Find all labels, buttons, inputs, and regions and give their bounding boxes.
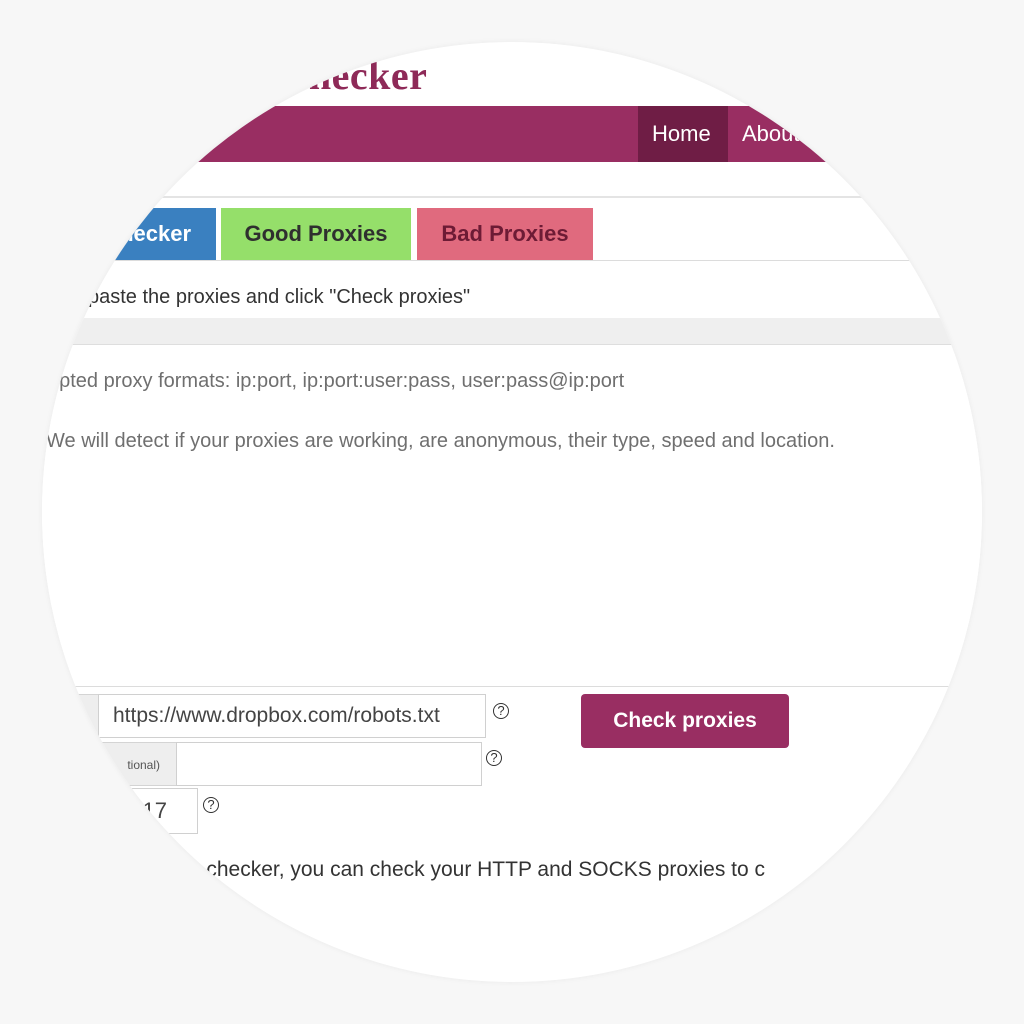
placeholder-detect: We will detect if your proxies are worki…: [46, 430, 835, 452]
threads-input[interactable]: 17: [60, 788, 198, 834]
url-help-icon[interactable]: ?: [493, 703, 509, 719]
page: Proxy Checker Home About Proxy Checker G…: [42, 42, 982, 982]
threads-help-icon[interactable]: ?: [203, 797, 219, 813]
magnifier-circle: Proxy Checker Home About Proxy Checker G…: [42, 42, 982, 982]
optional-input[interactable]: [176, 742, 482, 786]
nav-home-link[interactable]: Home: [638, 106, 728, 162]
tabs-divider: [42, 260, 982, 261]
url-label: [60, 694, 99, 740]
tab-label: Proxy Checker: [42, 221, 192, 246]
optional-field-label: tional): [60, 742, 176, 786]
tab-proxy-checker[interactable]: Proxy Checker: [42, 208, 216, 260]
instructions-text: paste the proxies and click "Check proxi…: [88, 286, 471, 308]
nav-about-link[interactable]: About: [728, 106, 814, 162]
target-url-input[interactable]: https://www.dropbox.com/robots.txt: [98, 694, 486, 738]
divider: [42, 196, 982, 198]
panel-separator: [42, 318, 982, 345]
description-text: y checker, you can check your HTTP and S…: [190, 858, 766, 881]
optional-help-icon[interactable]: ?: [486, 750, 502, 766]
site-title: Proxy Checker: [165, 53, 428, 98]
check-proxies-button[interactable]: Check proxies: [581, 694, 789, 748]
proxy-list-textarea[interactable]: ccepted proxy formats: ip:port, ip:port:…: [42, 352, 982, 687]
tab-bad-proxies[interactable]: Bad Proxies: [417, 208, 593, 260]
navbar: Home About: [42, 106, 982, 162]
tab-good-proxies[interactable]: Good Proxies: [221, 208, 411, 260]
placeholder-formats: ccepted proxy formats: ip:port, ip:port:…: [42, 370, 625, 392]
